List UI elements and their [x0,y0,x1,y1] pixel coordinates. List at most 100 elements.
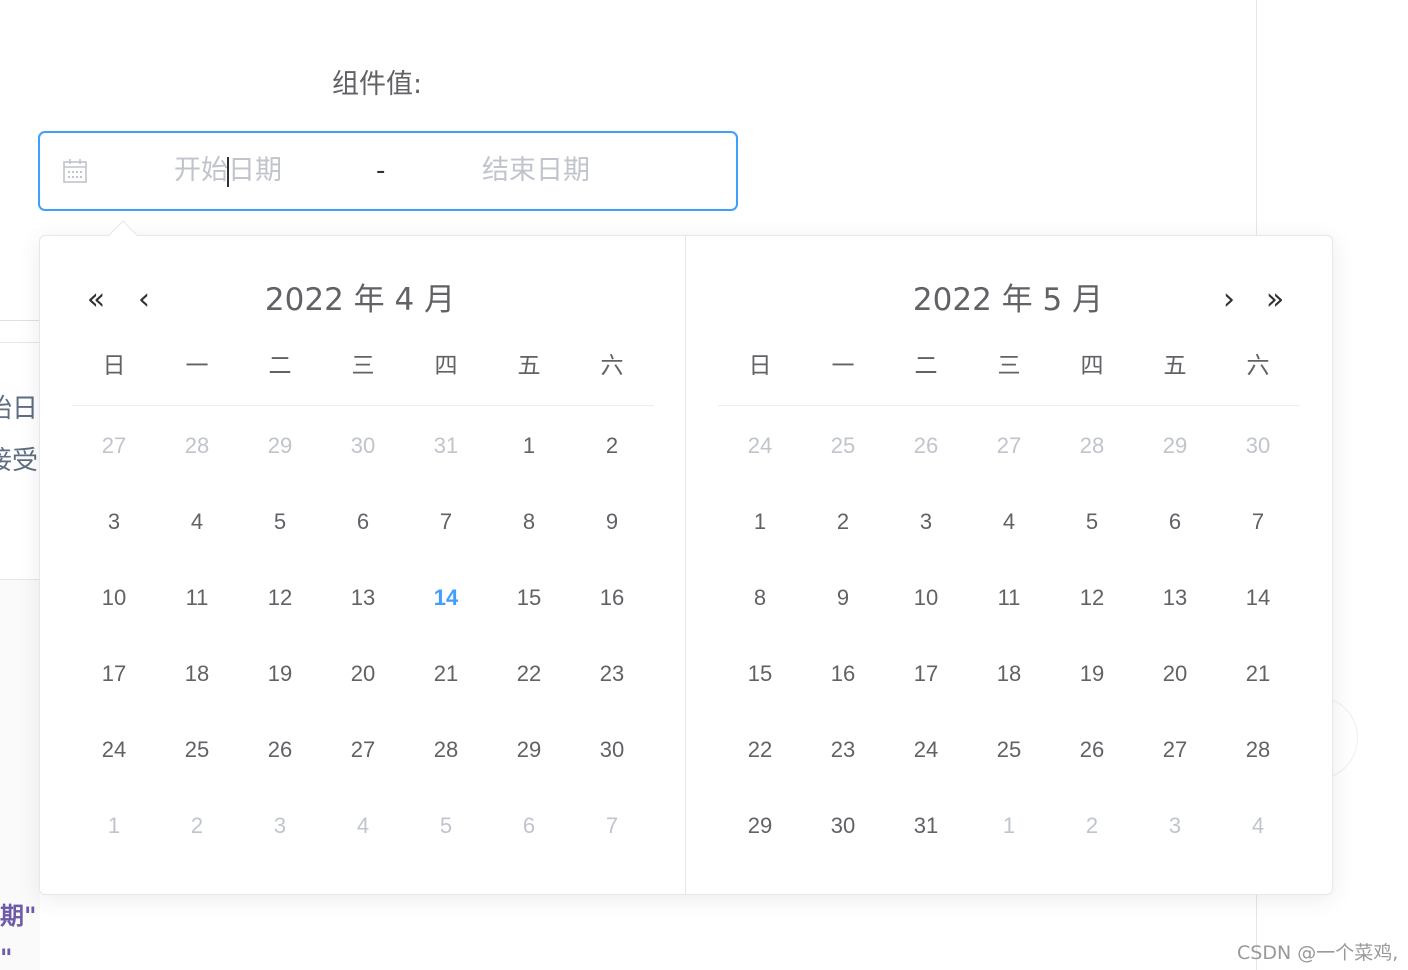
day-cell[interactable]: 8 [501,502,557,542]
day-cell-next-month[interactable]: 7 [584,806,640,846]
day-cell[interactable]: 22 [501,654,557,694]
day-cell[interactable]: 25 [169,730,225,770]
day-cell-next-month[interactable]: 3 [1147,806,1203,846]
day-cell[interactable]: 26 [252,730,308,770]
day-cell[interactable]: 20 [335,654,391,694]
end-date-input[interactable]: 结束日期 [482,153,672,189]
day-cell[interactable]: 28 [1230,730,1286,770]
day-cell[interactable]: 5 [1064,502,1120,542]
day-cell[interactable]: 1 [732,502,788,542]
day-cell[interactable]: 27 [1147,730,1203,770]
day-cell[interactable]: 20 [1147,654,1203,694]
day-cell[interactable]: 1 [501,426,557,466]
day-cell[interactable]: 17 [898,654,954,694]
day-cell[interactable]: 9 [815,578,871,618]
day-cell[interactable]: 27 [335,730,391,770]
weekday-label: 六 [600,353,624,379]
day-cell[interactable]: 25 [981,730,1037,770]
left-panel-title: 2022 年 4 月 [264,282,456,318]
left-month-panel: « ‹ 2022 年 4 月 日一二三四五六 27 28 29 30 31 1 2 3 4 5 6 7… [40,236,686,894]
day-cell[interactable]: 7 [1230,502,1286,542]
day-cell[interactable]: 11 [169,578,225,618]
day-cell[interactable]: 21 [418,654,474,694]
watermark: CSDN @一个菜鸡, [1237,942,1399,964]
day-cell-next-month[interactable]: 2 [169,806,225,846]
next-year-button[interactable]: » [1259,280,1291,320]
day-cell[interactable]: 7 [418,502,474,542]
day-cell[interactable]: 5 [252,502,308,542]
day-cell[interactable]: 15 [732,654,788,694]
day-cell-next-month[interactable]: 2 [1064,806,1120,846]
day-cell-prev-month[interactable]: 28 [169,426,225,466]
day-cell[interactable]: 9 [584,502,640,542]
calendar-icon [62,158,88,184]
day-cell[interactable]: 3 [898,502,954,542]
day-cell-prev-month[interactable]: 30 [335,426,391,466]
day-cell[interactable]: 24 [86,730,142,770]
day-cell[interactable]: 15 [501,578,557,618]
day-cell-prev-month[interactable]: 31 [418,426,474,466]
day-cell-next-month[interactable]: 4 [335,806,391,846]
day-cell-prev-month[interactable]: 28 [1064,426,1120,466]
day-cell-next-month[interactable]: 1 [981,806,1037,846]
day-cell[interactable]: 22 [732,730,788,770]
start-date-placeholder: 开始日期 [174,155,282,187]
day-cell[interactable]: 12 [1064,578,1120,618]
day-cell[interactable]: 8 [732,578,788,618]
day-cell[interactable]: 10 [898,578,954,618]
day-cell[interactable]: 29 [732,806,788,846]
day-cell[interactable]: 4 [169,502,225,542]
day-cell-next-month[interactable]: 3 [252,806,308,846]
date-range-input[interactable]: 开始日期 - 结束日期 [38,131,738,211]
day-cell[interactable]: 18 [169,654,225,694]
day-cell[interactable]: 10 [86,578,142,618]
day-cell[interactable]: 6 [335,502,391,542]
day-cell[interactable]: 24 [898,730,954,770]
day-cell[interactable]: 13 [335,578,391,618]
day-cell[interactable]: 19 [252,654,308,694]
day-cell-next-month[interactable]: 1 [86,806,142,846]
day-cell[interactable]: 23 [584,654,640,694]
day-cell[interactable]: 13 [1147,578,1203,618]
start-date-input[interactable]: 开始日期 [174,153,364,189]
day-cell[interactable]: 30 [815,806,871,846]
day-cell-prev-month[interactable]: 29 [1147,426,1203,466]
day-cell-prev-month[interactable]: 30 [1230,426,1286,466]
day-cell[interactable]: 26 [1064,730,1120,770]
day-cell-next-month[interactable]: 5 [418,806,474,846]
day-cell[interactable]: 29 [501,730,557,770]
day-cell[interactable]: 11 [981,578,1037,618]
day-cell-prev-month[interactable]: 29 [252,426,308,466]
weekday-label: 二 [268,353,292,379]
day-cell-prev-month[interactable]: 27 [86,426,142,466]
day-cell[interactable]: 3 [86,502,142,542]
day-cell[interactable]: 4 [981,502,1037,542]
day-cell[interactable]: 6 [1147,502,1203,542]
day-cell[interactable]: 28 [418,730,474,770]
day-cell-next-month[interactable]: 6 [501,806,557,846]
weekday-label: 四 [1080,353,1104,379]
day-cell-today[interactable]: 14 [418,578,474,618]
day-cell[interactable]: 2 [815,502,871,542]
day-cell-prev-month[interactable]: 25 [815,426,871,466]
day-cell[interactable]: 31 [898,806,954,846]
background-text: 接受 [0,446,39,476]
day-cell[interactable]: 2 [584,426,640,466]
day-cell[interactable]: 23 [815,730,871,770]
day-cell[interactable]: 21 [1230,654,1286,694]
day-cell[interactable]: 16 [584,578,640,618]
day-cell[interactable]: 14 [1230,578,1286,618]
day-cell[interactable]: 16 [815,654,871,694]
day-cell[interactable]: 12 [252,578,308,618]
day-cell[interactable]: 30 [584,730,640,770]
day-cell-prev-month[interactable]: 24 [732,426,788,466]
next-month-button[interactable]: › [1213,280,1245,320]
day-cell-prev-month[interactable]: 26 [898,426,954,466]
day-cell-prev-month[interactable]: 27 [981,426,1037,466]
weekday-label: 三 [351,353,375,379]
day-cell[interactable]: 19 [1064,654,1120,694]
day-cell[interactable]: 18 [981,654,1037,694]
day-cell[interactable]: 17 [86,654,142,694]
weekday-label: 一 [831,353,855,379]
day-cell-next-month[interactable]: 4 [1230,806,1286,846]
